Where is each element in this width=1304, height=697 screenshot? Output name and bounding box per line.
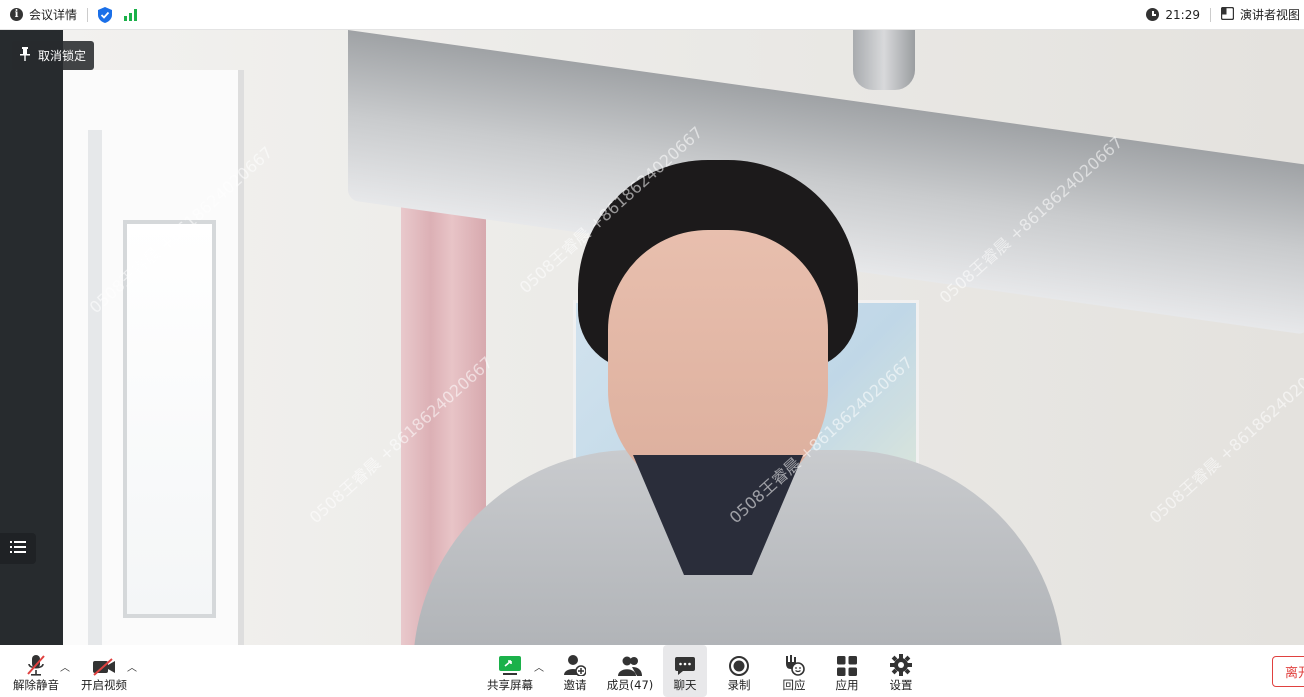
meeting-time: 21:29 — [1165, 7, 1200, 22]
start-video-button[interactable]: 开启视频 — [78, 645, 130, 697]
settings-label: 设置 — [889, 678, 913, 692]
camera-off-icon — [92, 650, 116, 676]
shield-check-icon[interactable] — [98, 6, 113, 23]
reaction-icon — [783, 650, 805, 676]
leave-meeting-button[interactable]: 离开 — [1272, 656, 1304, 687]
top-right-group: 21:29 演讲者视图 — [1146, 6, 1304, 23]
chat-button[interactable]: 聊天 — [663, 645, 707, 697]
members-button[interactable]: 成员(47) — [605, 645, 655, 697]
view-layout-icon[interactable] — [1220, 6, 1235, 23]
apps-button[interactable]: 应用 — [828, 645, 866, 697]
record-button[interactable]: 录制 — [720, 645, 758, 697]
participant-list-toggle[interactable] — [0, 533, 36, 564]
video-area: 0508王睿晨 +8618624020667 0508王睿晨 +86186240… — [0, 30, 1304, 645]
video-options-chevron-icon[interactable]: ︿ — [127, 659, 137, 674]
list-icon — [10, 539, 26, 558]
react-button[interactable]: 回应 — [775, 645, 813, 697]
apps-label: 应用 — [835, 678, 859, 692]
audio-options-chevron-icon[interactable]: ︿ — [60, 659, 70, 674]
info-icon[interactable]: i — [10, 8, 23, 21]
record-icon — [729, 650, 749, 676]
apps-grid-icon — [837, 650, 857, 676]
meeting-info-label[interactable]: 会议详情 — [29, 6, 77, 23]
chat-label: 聊天 — [673, 678, 697, 692]
unmute-label: 解除静音 — [13, 678, 59, 692]
share-options-chevron-icon[interactable]: ︿ — [534, 659, 544, 674]
react-label: 回应 — [782, 678, 806, 692]
unpin-label: 取消锁定 — [38, 49, 87, 63]
pin-icon — [20, 47, 30, 64]
signal-icon[interactable] — [124, 8, 138, 21]
speaker-view-button[interactable]: 演讲者视图 — [1240, 6, 1300, 23]
share-screen-icon — [499, 650, 521, 676]
unpin-button[interactable]: 取消锁定 — [12, 41, 95, 70]
gear-icon — [890, 650, 912, 676]
settings-button[interactable]: 设置 — [882, 645, 920, 697]
divider — [1209, 7, 1211, 22]
chat-icon — [675, 650, 695, 676]
share-screen-label: 共享屏幕 — [487, 678, 533, 692]
invite-button[interactable]: 邀请 — [556, 645, 594, 697]
divider — [87, 7, 89, 22]
unmute-button[interactable]: 解除静音 — [10, 645, 62, 697]
start-video-label: 开启视频 — [81, 678, 127, 692]
leave-label: 离开 — [1285, 666, 1304, 681]
top-bar: i 会议详情 21:29 演讲者视图 — [0, 0, 1304, 30]
members-label: 成员(47) — [606, 678, 654, 692]
bottom-toolbar: 解除静音 ︿ 开启视频 ︿ 共享屏幕 ︿ 邀请 成员(47) 聊天 录制 回应 … — [0, 645, 1304, 697]
share-screen-button[interactable]: 共享屏幕 — [484, 645, 536, 697]
microphone-muted-icon — [27, 650, 45, 676]
add-user-icon — [564, 650, 586, 676]
invite-label: 邀请 — [563, 678, 587, 692]
members-icon — [618, 650, 642, 676]
participant-video: 0508王睿晨 +8618624020667 0508王睿晨 +86186240… — [63, 30, 1304, 645]
record-label: 录制 — [727, 678, 751, 692]
meeting-info-group[interactable]: i 会议详情 — [0, 0, 138, 30]
clock-icon — [1146, 8, 1160, 21]
